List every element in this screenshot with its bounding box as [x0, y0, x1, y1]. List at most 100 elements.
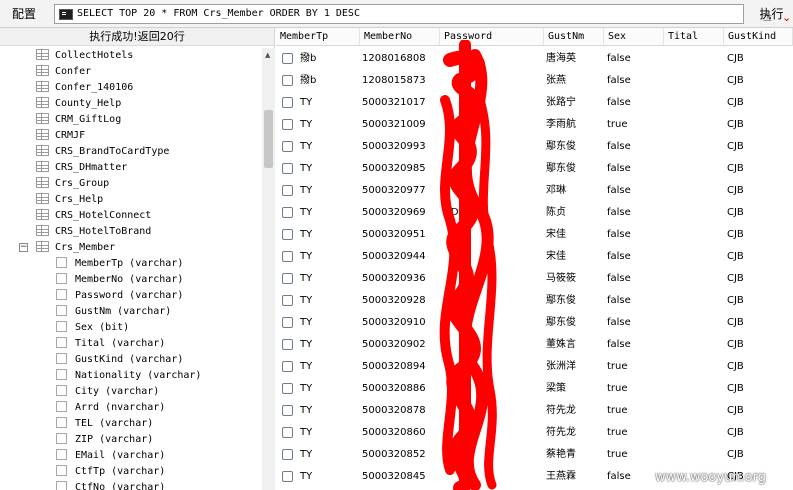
row-select-checkbox[interactable]	[282, 119, 293, 130]
tree-column-item[interactable]: MemberTp (varchar)	[56, 256, 183, 272]
tree-column-item[interactable]: EMail (varchar)	[56, 448, 165, 464]
table-row[interactable]: TY 5000320886 梁策 true CJB	[276, 378, 793, 400]
column-icon	[56, 273, 67, 284]
column-header-membertp[interactable]: MemberTp	[276, 28, 360, 46]
tree-column-item[interactable]: ZIP (varchar)	[56, 432, 153, 448]
cell-sex: false	[607, 163, 631, 174]
row-select-checkbox[interactable]	[282, 317, 293, 328]
table-row[interactable]: TY 5000321009 李雨航 true CJB	[276, 114, 793, 136]
sql-query-input[interactable]: SELECT TOP 20 * FROM Crs_Member ORDER BY…	[54, 4, 791, 25]
row-select-checkbox[interactable]	[282, 383, 293, 394]
collapse-icon[interactable]: −	[19, 243, 28, 252]
tree-column-item[interactable]: GustKind (varchar)	[56, 352, 183, 368]
tree-table-item-expanded[interactable]: Crs_Member	[36, 240, 115, 256]
column-header-gustkind[interactable]: GustKind	[724, 28, 793, 46]
table-row[interactable]: TY 5000321017 张路宁 false CJB	[276, 92, 793, 114]
row-select-checkbox[interactable]	[282, 273, 293, 284]
tree-table-item[interactable]: CRM_GiftLog	[36, 112, 121, 128]
tree-column-item[interactable]: Password (varchar)	[56, 288, 183, 304]
tree-table-item[interactable]: CRS_DHmatter	[36, 160, 127, 176]
tree-column-item[interactable]: GustNm (varchar)	[56, 304, 171, 320]
column-header-gustnm[interactable]: GustNm	[544, 28, 604, 46]
cell-gustnm: 符先龙	[546, 427, 576, 438]
row-select-checkbox[interactable]	[282, 53, 293, 64]
execute-button[interactable]: 执行	[750, 3, 793, 25]
tree-column-item[interactable]: MemberNo (varchar)	[56, 272, 183, 288]
table-row[interactable]: TY 5000320944 宋佳 false CJB	[276, 246, 793, 268]
row-select-checkbox[interactable]	[282, 185, 293, 196]
tree-table-item[interactable]: Crs_Group	[36, 176, 109, 192]
row-select-checkbox[interactable]	[282, 405, 293, 416]
table-row[interactable]: TY 5000320977 邓琳 false CJB	[276, 180, 793, 202]
table-row[interactable]: TY 5000320993 鄢东俊 false CJB	[276, 136, 793, 158]
cell-memberno: 5000320886	[362, 383, 426, 394]
column-header-memberno[interactable]: MemberNo	[360, 28, 440, 46]
row-select-checkbox[interactable]	[282, 361, 293, 372]
column-header-password[interactable]: Password	[440, 28, 544, 46]
row-select-checkbox[interactable]	[282, 339, 293, 350]
cell-memberno: 5000320845	[362, 471, 426, 482]
row-select-checkbox[interactable]	[282, 295, 293, 306]
tree-table-item[interactable]: Confer	[36, 64, 91, 80]
tree-table-item[interactable]: CollectHotels	[36, 48, 133, 64]
tree-column-item[interactable]: CtfTp (varchar)	[56, 464, 165, 480]
table-row[interactable]: TY 5000320910 鄢东俊 false CJB	[276, 312, 793, 334]
table-row[interactable]: TY 5000320936 马筱筱 false CJB	[276, 268, 793, 290]
table-row[interactable]: TY 5000320969 XD 陈贞 false CJB	[276, 202, 793, 224]
tree-table-label: CRS_HotelConnect	[55, 210, 152, 221]
row-select-checkbox[interactable]	[282, 141, 293, 152]
tree-column-item[interactable]: City (varchar)	[56, 384, 159, 400]
tree-table-item[interactable]: CRMJF	[36, 128, 85, 144]
table-row[interactable]: TY 5000320985 鄢东俊 false CJB	[276, 158, 793, 180]
table-row[interactable]: TY 5000320951 宋佳 false CJB	[276, 224, 793, 246]
tree-scrollbar[interactable]: ▲	[262, 48, 275, 490]
table-row[interactable]: 撥b 1208015873 张燕 false CJB	[276, 70, 793, 92]
row-select-checkbox[interactable]	[282, 207, 293, 218]
row-select-checkbox[interactable]	[282, 163, 293, 174]
tree-column-item[interactable]: CtfNo (varchar)	[56, 480, 165, 490]
row-select-checkbox[interactable]	[282, 229, 293, 240]
tree-table-item[interactable]: CRS_HotelConnect	[36, 208, 151, 224]
table-icon	[36, 81, 49, 92]
row-select-checkbox[interactable]	[282, 251, 293, 262]
tree-table-item[interactable]: County_Help	[36, 96, 121, 112]
table-row[interactable]: TY 5000320860 符先龙 true CJB	[276, 422, 793, 444]
row-select-checkbox[interactable]	[282, 427, 293, 438]
tree-table-item[interactable]: CRS_BrandToCardType	[36, 144, 169, 160]
table-row[interactable]: TY 5000320902 董姝言 false CJB	[276, 334, 793, 356]
tree-table-item[interactable]: Confer_140106	[36, 80, 133, 96]
table-icon	[36, 49, 49, 60]
row-select-checkbox[interactable]	[282, 471, 293, 482]
tree-table-item[interactable]: CRS_HotelToBrand	[36, 224, 151, 240]
row-select-checkbox[interactable]	[282, 97, 293, 108]
cell-sex: false	[607, 317, 631, 328]
tree-table-label: CRS_BrandToCardType	[55, 146, 170, 157]
tree-column-label: Sex (bit)	[75, 322, 130, 333]
tree-column-item[interactable]: Tital (varchar)	[56, 336, 165, 352]
tree-column-item[interactable]: Arrd (nvarchar)	[56, 400, 165, 416]
tree-column-label: ZIP (varchar)	[75, 434, 154, 445]
column-header-tital[interactable]: Tital	[664, 28, 724, 46]
table-row[interactable]: TY 5000320894 张洲洋 true CJB	[276, 356, 793, 378]
cell-gustkind: CJB	[727, 251, 744, 262]
tree-column-item[interactable]: Sex (bit)	[56, 320, 129, 336]
config-button[interactable]: 配置	[0, 3, 48, 25]
cell-memberno: 5000320928	[362, 295, 426, 306]
table-row[interactable]: TY 5000320928 鄢东俊 false CJB	[276, 290, 793, 312]
cell-gustnm: 邓琳	[546, 185, 566, 196]
scroll-up-icon[interactable]: ▲	[265, 51, 270, 59]
tree-column-item[interactable]: Nationality (varchar)	[56, 368, 201, 384]
tree-column-item[interactable]: TEL (varchar)	[56, 416, 153, 432]
cell-membertp: TY	[300, 119, 313, 130]
table-row[interactable]: TY 5000320878 符先龙 true CJB	[276, 400, 793, 422]
row-select-checkbox[interactable]	[282, 75, 293, 86]
cell-gustkind: CJB	[727, 75, 744, 86]
tree-table-label: County_Help	[55, 98, 122, 109]
column-header-sex[interactable]: Sex	[604, 28, 664, 46]
table-row[interactable]: 撥b 1208016808 唐海英 false CJB	[276, 48, 793, 70]
table-row[interactable]: TY 5000320852 蔡艳青 true CJB	[276, 444, 793, 466]
tree-table-item[interactable]: Crs_Help	[36, 192, 103, 208]
row-select-checkbox[interactable]	[282, 449, 293, 460]
scrollbar-thumb[interactable]	[264, 110, 273, 168]
cell-gustnm: 鄢东俊	[546, 141, 576, 152]
